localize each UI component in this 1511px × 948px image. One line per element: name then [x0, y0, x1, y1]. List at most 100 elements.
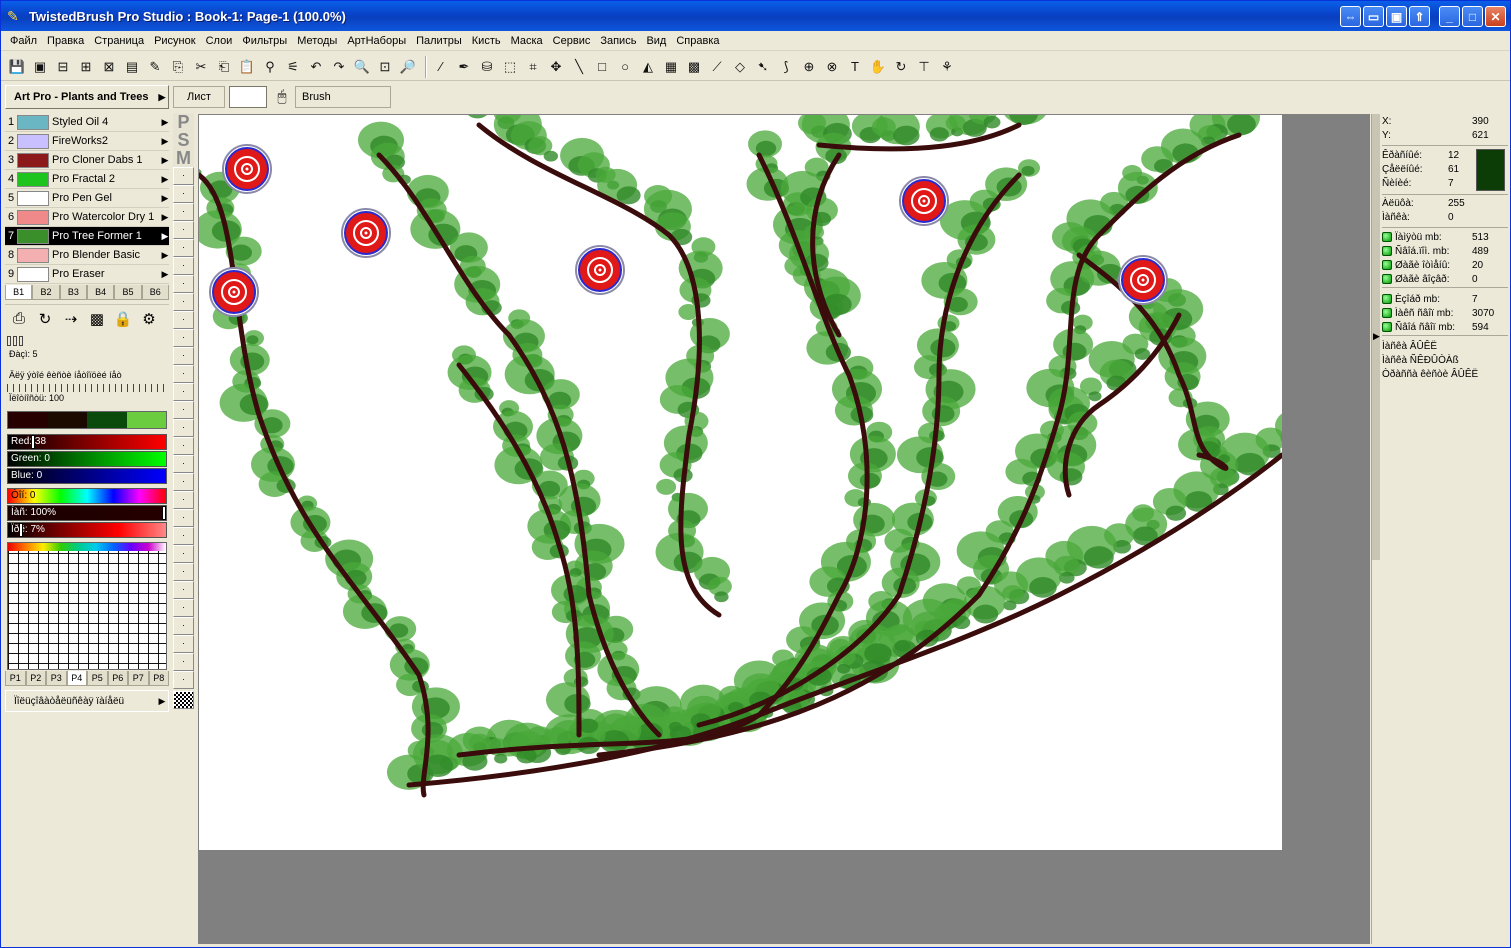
layer-slot[interactable]: ·: [173, 239, 194, 257]
brush-icon[interactable]: ∕: [431, 57, 451, 77]
crop-icon[interactable]: ⌗: [523, 57, 543, 77]
bucket-icon[interactable]: ⛁: [477, 57, 497, 77]
brush-tab-b1[interactable]: B1: [5, 285, 33, 300]
lock-icon[interactable]: 🔒: [111, 307, 135, 331]
menu-item-14[interactable]: Справка: [671, 32, 724, 50]
chevron-right-icon[interactable]: ▶: [161, 155, 169, 166]
saturation-slider[interactable]: Íàñ: 100%: [7, 505, 167, 521]
wand-icon[interactable]: ⚘: [937, 57, 957, 77]
layer-slot[interactable]: ·: [173, 617, 194, 635]
brush-slot-9[interactable]: 9 Pro Eraser ▶: [5, 265, 169, 284]
chevron-right-icon[interactable]: ▶: [161, 269, 169, 280]
mode-s[interactable]: S: [173, 131, 194, 149]
pin-button[interactable]: ▣: [1386, 6, 1407, 27]
menu-item-9[interactable]: Кисть: [467, 32, 506, 50]
palette-tab-p6[interactable]: P6: [107, 671, 128, 686]
layer-slot[interactable]: ·: [173, 347, 194, 365]
eyedropper-icon[interactable]: ✒: [454, 57, 474, 77]
layer-slot[interactable]: ·: [173, 293, 194, 311]
brush-tab-b2[interactable]: B2: [32, 285, 60, 300]
density-ruler[interactable]: [7, 384, 167, 392]
zoom-out-icon[interactable]: 🔎: [398, 57, 418, 77]
menu-item-0[interactable]: Файл: [5, 32, 42, 50]
brush-slot-3[interactable]: 3 Pro Cloner Dabs 1 ▶: [5, 151, 169, 170]
pattern-icon[interactable]: [173, 691, 194, 709]
menu-item-6[interactable]: Методы: [292, 32, 342, 50]
color-swatch-1[interactable]: [8, 412, 48, 428]
palette-tab-p7[interactable]: P7: [128, 671, 149, 686]
color-swatch-4[interactable]: [126, 412, 166, 428]
ellipse-icon[interactable]: ○: [615, 57, 635, 77]
menu-item-13[interactable]: Вид: [641, 32, 671, 50]
settings-gear-icon[interactable]: ⚙: [137, 307, 161, 331]
brush-tab-b4[interactable]: B4: [86, 285, 115, 300]
chevron-right-icon[interactable]: ▶: [161, 193, 169, 204]
menu-item-10[interactable]: Маска: [506, 32, 548, 50]
menu-item-11[interactable]: Сервис: [548, 32, 596, 50]
sheet-preview[interactable]: [229, 86, 267, 108]
paint-icon[interactable]: ⚟: [283, 57, 303, 77]
minimize-button[interactable]: _: [1439, 6, 1460, 27]
menu-item-8[interactable]: Палитры: [411, 32, 467, 50]
layer-slot[interactable]: ·: [173, 419, 194, 437]
brush-slot-7[interactable]: 7 Pro Tree Former 1 ▶: [5, 227, 169, 246]
layer-slot[interactable]: ·: [173, 221, 194, 239]
layer-slot[interactable]: ·: [173, 437, 194, 455]
blue-slider[interactable]: Blue: 0: [7, 468, 167, 484]
green-slider[interactable]: Green: 0: [7, 451, 167, 467]
minimize-all-button[interactable]: ▭: [1363, 6, 1384, 27]
tool-icon[interactable]: ⊤: [914, 57, 934, 77]
palette-tab-p4[interactable]: P4: [66, 671, 87, 686]
user-panel-selector[interactable]: Ïîëüçîâàòåëüñêàÿ ïàíåëü ▶: [5, 690, 169, 712]
fill-icon[interactable]: ◭: [638, 57, 658, 77]
select-icon[interactable]: ⬚: [500, 57, 520, 77]
palette-tab-p1[interactable]: P1: [5, 671, 26, 686]
color-swatch-3[interactable]: [87, 412, 127, 428]
layer-slot[interactable]: ·: [173, 671, 194, 689]
brush-tab-b5[interactable]: B5: [114, 285, 142, 300]
brush-name-field[interactable]: Brush: [295, 86, 391, 108]
palette-tab-p5[interactable]: P5: [87, 671, 108, 686]
page-prev-icon[interactable]: ⊠: [99, 57, 119, 77]
chevron-right-icon[interactable]: ▶: [161, 136, 169, 147]
layer-slot[interactable]: ·: [173, 635, 194, 653]
red-slider[interactable]: Red: 38: [7, 434, 167, 450]
dab-icon[interactable]: ⇢: [59, 307, 83, 331]
stamp-icon[interactable]: ⊕: [799, 57, 819, 77]
menu-item-5[interactable]: Фильтры: [237, 32, 292, 50]
layer-slot[interactable]: ·: [173, 329, 194, 347]
hand-icon[interactable]: ✋: [868, 57, 888, 77]
menu-item-12[interactable]: Запись: [595, 32, 641, 50]
chevron-right-icon[interactable]: ▶: [161, 212, 169, 223]
graph-icon[interactable]: ⟋: [707, 57, 727, 77]
brush-slot-8[interactable]: 8 Pro Blender Basic ▶: [5, 246, 169, 265]
title-bar[interactable]: ✎ TwistedBrush Pro Studio : Book-1: Page…: [1, 1, 1510, 31]
layer-slot[interactable]: ·: [173, 527, 194, 545]
redo-icon[interactable]: ↷: [329, 57, 349, 77]
color-swatch-2[interactable]: [47, 412, 87, 428]
brush-tab-b6[interactable]: B6: [141, 285, 169, 300]
layer-slot[interactable]: ·: [173, 545, 194, 563]
brush-slot-6[interactable]: 6 Pro Watercolor Dry 1 ▶: [5, 208, 169, 227]
copy-icon[interactable]: ⎘: [168, 57, 188, 77]
menu-item-7[interactable]: АртНаборы: [342, 32, 411, 50]
always-on-top-button[interactable]: ⇑: [1409, 6, 1430, 27]
layer-slot[interactable]: ·: [173, 401, 194, 419]
layer-slot[interactable]: ·: [173, 257, 194, 275]
layer-slot[interactable]: ·: [173, 455, 194, 473]
text-icon[interactable]: T: [845, 57, 865, 77]
brush-slot-2[interactable]: 2 FireWorks2 ▶: [5, 132, 169, 151]
layer-slot[interactable]: ·: [173, 365, 194, 383]
menu-item-2[interactable]: Страница: [89, 32, 149, 50]
layer-slot[interactable]: ·: [173, 653, 194, 671]
artset-selector[interactable]: Art Pro - Plants and Trees ▶: [5, 85, 169, 109]
value-slider[interactable]: Ïðê: 7%: [7, 522, 167, 538]
undo-icon[interactable]: ↶: [306, 57, 326, 77]
refresh-icon[interactable]: ↻: [33, 307, 57, 331]
sheet-button[interactable]: Лист: [173, 86, 225, 108]
mode-m[interactable]: M: [173, 149, 194, 167]
copy2-icon[interactable]: ⎗: [214, 57, 234, 77]
layer-slot[interactable]: ·: [173, 563, 194, 581]
chevron-right-icon[interactable]: ▶: [161, 117, 169, 128]
brush-slot-1[interactable]: 1 Styled Oil 4 ▶: [5, 113, 169, 132]
